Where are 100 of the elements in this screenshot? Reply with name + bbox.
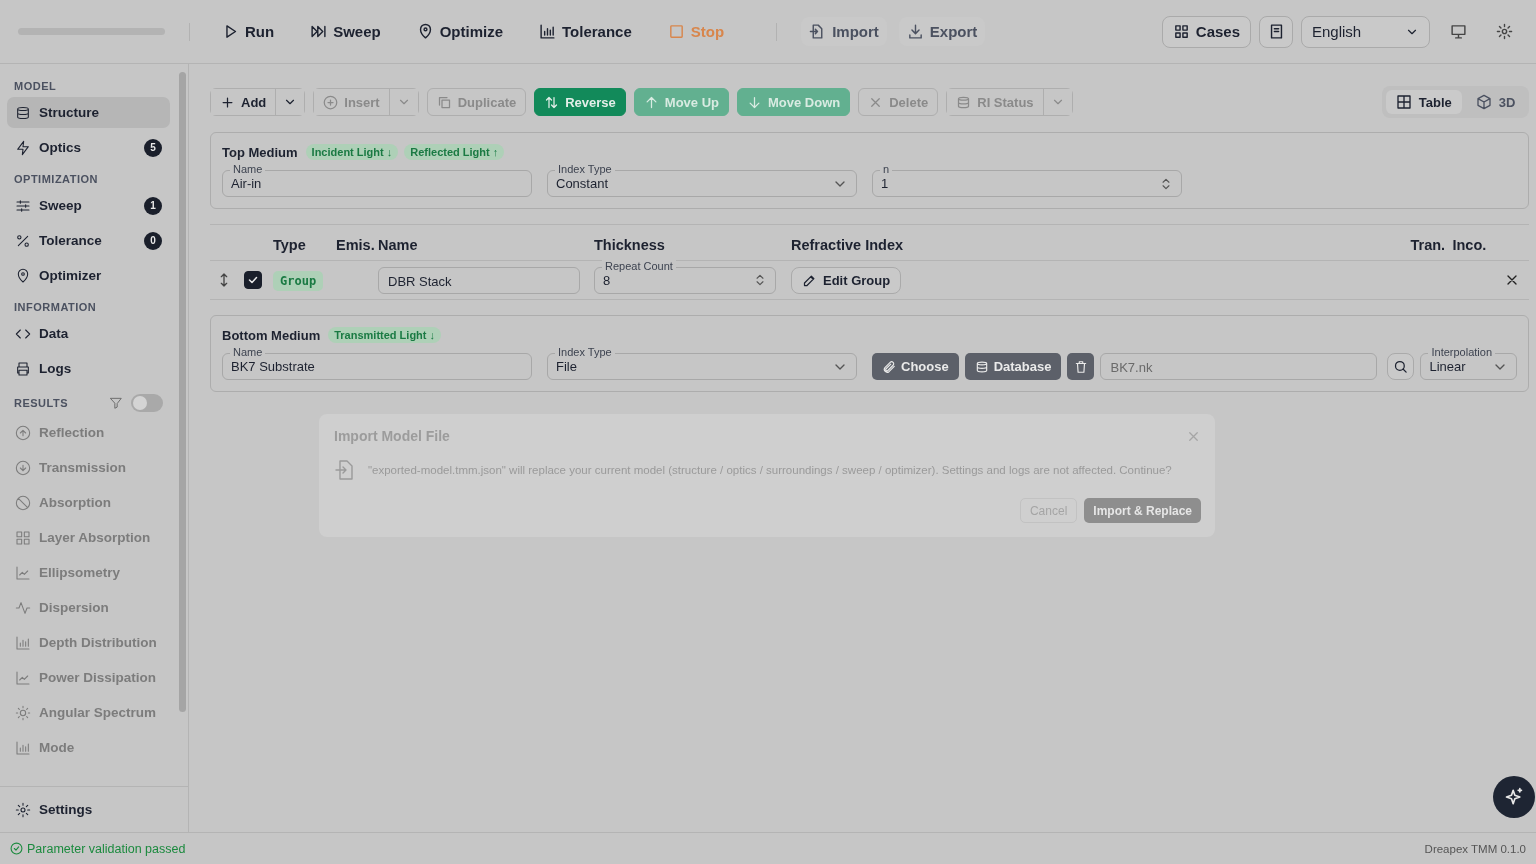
database-icon [15,104,31,121]
column-header: Emis. [336,236,376,253]
line-chart-icon [15,669,31,686]
sidebar-item[interactable]: Data [7,318,170,349]
sidebar-item[interactable]: Tolerance 0 [7,225,170,256]
toolbar-button[interactable]: Run [214,17,283,46]
column-header: Tran. [1410,236,1447,253]
file-field[interactable]: BK7.nk [1100,353,1378,380]
sidebar-item[interactable]: Sweep 1 [7,190,170,221]
stop-icon [667,23,685,40]
search-button[interactable] [1387,353,1415,380]
bar-chart-icon [15,739,31,756]
bar-chart-icon [539,23,557,40]
column-header: Thickness [594,236,666,253]
trash-icon [1074,359,1088,374]
index-type-select[interactable]: Index Type Constant [547,163,857,197]
toolbar-button[interactable]: Optimize [408,17,512,46]
location-pin-icon [15,267,31,284]
column-header: Refractive Index [791,236,905,253]
database-icon [956,94,972,110]
column-header: Inco. [1452,236,1488,253]
assistant-button[interactable] [1493,776,1536,818]
ban-icon [15,494,31,511]
delete-button[interactable] [1067,353,1095,380]
light-tag: Transmitted Light ↓ [328,327,442,343]
arrow-down-icon [747,94,762,110]
pulse-icon [15,599,31,616]
table-icon [1395,94,1412,110]
grid-icon [1172,23,1190,40]
count-badge: 5 [144,138,162,157]
section-title: OPTIMIZATION [13,172,99,187]
version-label: Dreapex TMM 0.1.0 [1424,842,1526,855]
scrollbar[interactable] [179,72,186,712]
sliders-icon [15,197,31,214]
sun-icon [15,704,31,721]
notebook-button[interactable] [1259,15,1293,48]
toolbar-button[interactable]: Tolerance [531,17,640,46]
sidebar-item[interactable]: Optics 5 [7,132,170,163]
section-title: RESULTS [14,397,69,409]
light-tag: Reflected Light ↑ [404,144,505,160]
section-title: MODEL [13,79,58,94]
percent-icon [15,232,31,249]
name-field[interactable]: DBR Stack [378,266,580,294]
layout-grid-icon [15,529,31,546]
field-label: Index Type [555,346,615,359]
plus-icon [220,94,235,110]
filter-icon [109,396,123,410]
status-message: Parameter validation passed [10,841,186,856]
database-icon [974,359,989,374]
fast-forward-icon [310,23,328,40]
settings-item[interactable]: Settings [0,786,188,832]
card-title: Top Medium [222,144,298,160]
name-field[interactable]: Name Air-in [222,163,532,197]
bar-chart-icon [15,634,31,651]
monitor-icon [1449,23,1467,40]
line-chart-icon [15,564,31,581]
type-tag: Group [273,271,324,291]
edit-icon [802,272,817,288]
index-type-select[interactable]: Index Type File [547,346,857,380]
toolbar-button[interactable]: Reverse [534,88,626,116]
light-tag: Incident Light ↓ [305,144,399,160]
download-icon [906,23,924,40]
view-tab[interactable]: Table [1385,90,1462,114]
column-header: Type [273,236,307,253]
edit-group-button[interactable]: Edit Group [791,266,902,294]
settings-icon [1495,23,1513,40]
file-button[interactable]: Choose [872,353,959,380]
field-label: Name [230,346,266,359]
file-button[interactable]: Database [964,353,1062,380]
sidebar-item[interactable]: Logs [7,353,170,384]
search-icon [1393,359,1409,374]
field-label: Index Type [555,163,615,176]
toolbar-button[interactable]: Sweep [302,17,389,46]
column-header: Name [378,236,419,253]
toggle-switch[interactable] [131,394,163,412]
printer-icon [15,360,31,377]
copy-icon [436,94,452,110]
number-field[interactable]: n 1 [872,163,1182,197]
section-title: INFORMATION [13,300,98,315]
card-title: Bottom Medium [222,327,321,343]
field-label: Name [230,163,266,176]
cases-button[interactable]: Cases [1161,15,1251,48]
interpolation-select[interactable]: Interpolation Linear [1420,346,1518,380]
paperclip-icon [882,359,896,374]
name-field[interactable]: Name BK7 Substrate [222,346,532,380]
sparkle-icon [1504,787,1525,807]
stepper-icon [753,273,767,287]
repeat-count-field[interactable]: Repeat Count 8 [594,259,776,294]
settings-icon [15,801,31,818]
lightning-icon [15,139,31,156]
language-select[interactable]: English [1301,15,1430,48]
sidebar-item[interactable]: Optimizer [7,260,170,291]
sidebar-item[interactable]: Structure [7,97,170,128]
swap-icon [544,94,560,110]
field-label: Repeat Count [602,259,676,273]
count-badge: 0 [144,231,162,250]
count-badge: 1 [144,196,162,215]
checkbox[interactable] [244,271,262,289]
view-tab[interactable]: 3D [1465,90,1526,114]
field-label: Interpolation [1428,346,1496,359]
